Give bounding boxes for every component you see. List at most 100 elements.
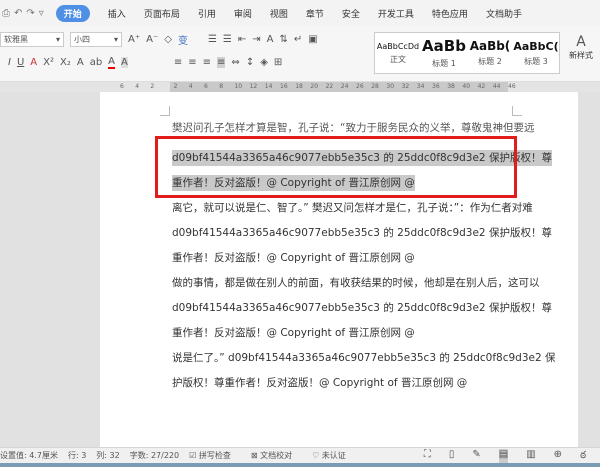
toolbar: 软雅黑 ▾ 小四 ▾ A⁺ A⁻ ◇ 变 ☰ ☰ ⇤ ⇥ A ⇅ ↵ ▣ I U A… bbox=[0, 26, 600, 82]
status-word-count[interactable]: 字数: 27/220 bbox=[130, 450, 179, 461]
certification-button[interactable]: ♡ 未认证 bbox=[312, 450, 356, 461]
status-col: 列: 32 bbox=[96, 451, 120, 460]
outline-view-icon[interactable]: ▥ bbox=[526, 449, 535, 463]
document-line[interactable]: 说是仁了。” d09bf41544a3365a46c9077ebb5e35c3 … bbox=[172, 350, 555, 366]
sort-icon[interactable]: ⇅ bbox=[280, 34, 288, 45]
bullets-icon[interactable]: ☰ bbox=[208, 34, 217, 45]
style-heading-1[interactable]: AaBb 标题 1 bbox=[421, 33, 467, 73]
justify-icon[interactable]: ≡ bbox=[217, 57, 226, 68]
ruler-tick: 4 bbox=[135, 83, 140, 90]
document-line[interactable]: 重作者！反对盗版！@ Copyright of 晋江原创网 @ bbox=[172, 250, 415, 266]
taskbar-strip bbox=[0, 463, 600, 467]
ruler-tick: 24 bbox=[340, 83, 349, 90]
ribbon-tabs: ⎙↶↷▿ 开始 插入 页面布局 引用 审阅 视图 章节 安全 开发工具 特色应用… bbox=[0, 0, 600, 26]
tab-features[interactable]: 特色应用 bbox=[432, 7, 468, 20]
document-line[interactable]: 护版权！尊重作者！反对盗版！@ Copyright of 晋江原创网 @ bbox=[172, 375, 467, 391]
char-shading-icon[interactable]: A bbox=[121, 57, 128, 68]
outdent-icon[interactable]: ⇤ bbox=[238, 34, 246, 45]
fullscreen-icon[interactable]: ⛶ bbox=[424, 449, 431, 463]
subscript-icon[interactable]: X₂ bbox=[60, 57, 71, 68]
ruler-tick: 46 bbox=[508, 83, 516, 90]
style-normal[interactable]: AaBbCcDd 正文 bbox=[375, 33, 421, 73]
italic-icon[interactable]: I bbox=[8, 57, 11, 68]
status-setting: 设置值: 4.7厘米 bbox=[0, 451, 58, 460]
char-scale-icon[interactable]: A bbox=[267, 34, 274, 45]
eye-protection-icon[interactable]: ఠ bbox=[580, 449, 586, 463]
ruler-tick: 38 bbox=[447, 83, 455, 90]
doc-proof-button[interactable]: ⊠ 文档校对 bbox=[251, 450, 302, 461]
style-gallery: AaBbCcDd 正文 AaBb 标题 1 AaBb(标题 2 AaBbC(标题 3 bbox=[374, 32, 560, 74]
ruler-tick: 2 bbox=[173, 83, 178, 90]
ruler-tick: 6 bbox=[120, 83, 124, 90]
horizontal-ruler[interactable]: 6 4 2 2 4 6 8 10 12 14 16 18 20 22 24 26 28 30 32 34 36 38 40 4… bbox=[0, 82, 600, 92]
font-size: 小四 bbox=[74, 35, 90, 44]
tab-security[interactable]: 安全 bbox=[342, 7, 360, 20]
status-bar: 设置值: 4.7厘米 行: 3 列: 32 字数: 27/220 ☑ 拼写检查 … bbox=[0, 447, 600, 463]
text-effect-icon[interactable]: A bbox=[77, 57, 84, 68]
underline-icon[interactable]: U bbox=[17, 57, 24, 68]
ruler-tick: 40 bbox=[462, 83, 471, 90]
tab-assistant[interactable]: 文档助手 bbox=[486, 7, 522, 20]
reading-mode-icon[interactable]: ▯ bbox=[449, 449, 455, 463]
ruler-tick: 20 bbox=[310, 83, 319, 90]
ruler-tick: 30 bbox=[386, 83, 395, 90]
tab-review[interactable]: 审阅 bbox=[234, 7, 252, 20]
font-name: 软雅黑 bbox=[4, 35, 28, 44]
ruler-tick: 36 bbox=[432, 83, 440, 90]
margin-corner bbox=[512, 106, 522, 116]
clear-format-icon[interactable]: ◇ bbox=[164, 34, 172, 45]
quick-access-icons[interactable]: ⎙↶↷▿ bbox=[2, 8, 48, 19]
borders-icon[interactable]: ⊞ bbox=[274, 57, 282, 68]
tab-references[interactable]: 引用 bbox=[198, 7, 216, 20]
align-center-icon[interactable]: ≡ bbox=[188, 57, 196, 68]
document-page[interactable]: 樊迟问孔子怎样才算是智，孔子说：“致力于服务民众的义举，尊敬鬼神但要远 d09bf… bbox=[100, 92, 578, 447]
pinyin-icon[interactable]: 变 bbox=[178, 32, 188, 47]
tab-section[interactable]: 章节 bbox=[306, 7, 324, 20]
style-heading-3[interactable]: AaBbC(标题 3 bbox=[513, 33, 559, 73]
tab-insert[interactable]: 插入 bbox=[108, 7, 126, 20]
line-spacing-icon[interactable]: ↕ bbox=[246, 57, 254, 68]
annotation-highlight-box bbox=[155, 136, 517, 198]
document-area: 樊迟问孔子怎样才算是智，孔子说：“致力于服务民众的义举，尊敬鬼神但要远 d09bf… bbox=[0, 92, 600, 447]
spell-check-button[interactable]: ☑ 拼写检查 bbox=[189, 450, 241, 461]
web-view-icon[interactable]: ⊕ bbox=[554, 449, 562, 463]
font-family-select[interactable]: 软雅黑 ▾ bbox=[0, 32, 64, 47]
ruler-tick: 26 bbox=[356, 83, 364, 90]
numbering-icon[interactable]: ☰ bbox=[223, 34, 232, 45]
highlight-icon[interactable]: ab bbox=[90, 57, 102, 68]
line-break-icon[interactable]: ↵ bbox=[294, 34, 302, 45]
document-line[interactable]: 离它，就可以说是仁、智了。” 樊迟又问怎样才是仁，孔子说：”：作为仁者对难 bbox=[172, 200, 533, 216]
strikethrough-icon[interactable]: A bbox=[30, 57, 37, 68]
shading-icon[interactable]: ◈ bbox=[260, 57, 268, 68]
new-style-button[interactable]: A 新样式 bbox=[564, 34, 598, 61]
grow-font-icon[interactable]: A⁺ bbox=[128, 34, 140, 45]
font-size-select[interactable]: 小四 ▾ bbox=[70, 32, 122, 47]
margin-corner bbox=[160, 106, 170, 116]
font-color-icon[interactable]: A bbox=[108, 56, 116, 69]
document-line[interactable]: d09bf41544a3365a46c9077ebb5e35c3 的 25ddc… bbox=[172, 300, 552, 316]
document-line[interactable]: 樊迟问孔子怎样才算是智，孔子说：“致力于服务民众的义举，尊敬鬼神但要远 bbox=[172, 120, 534, 136]
style-heading-2[interactable]: AaBb(标题 2 bbox=[467, 33, 513, 73]
ruler-tick: 14 bbox=[264, 83, 273, 90]
page-view-icon[interactable]: ▤ bbox=[498, 448, 509, 463]
distributed-icon[interactable]: ⇔ bbox=[231, 57, 239, 68]
ruler-tick: 8 bbox=[219, 83, 224, 90]
tab-layout[interactable]: 页面布局 bbox=[144, 7, 180, 20]
tab-home[interactable]: 开始 bbox=[55, 4, 90, 22]
ruler-tick: 10 bbox=[234, 83, 243, 90]
ruler-tick: 28 bbox=[371, 83, 379, 90]
edit-icon[interactable]: ✎ bbox=[472, 449, 480, 463]
tab-view[interactable]: 视图 bbox=[270, 7, 288, 20]
ruler-tick: 6 bbox=[204, 83, 208, 90]
indent-icon[interactable]: ⇥ bbox=[252, 34, 260, 45]
shrink-font-icon[interactable]: A⁻ bbox=[146, 34, 158, 45]
document-line[interactable]: 做的事情，都是做在别人的前面，有收获结果的时候，他却是在别人后，这可以 bbox=[172, 275, 540, 291]
tab-developer[interactable]: 开发工具 bbox=[378, 7, 414, 20]
document-line[interactable]: d09bf41544a3365a46c9077ebb5e35c3 的 25ddc… bbox=[172, 225, 552, 241]
document-line[interactable]: 重作者！反对盗版！@ Copyright of 晋江原创网 @ bbox=[172, 325, 415, 341]
new-style-label: 新样式 bbox=[569, 51, 593, 60]
superscript-icon[interactable]: X² bbox=[43, 57, 54, 68]
align-left-icon[interactable]: ≡ bbox=[174, 57, 182, 68]
table-borders-icon[interactable]: ▣ bbox=[308, 34, 317, 45]
align-right-icon[interactable]: ≡ bbox=[203, 57, 211, 68]
